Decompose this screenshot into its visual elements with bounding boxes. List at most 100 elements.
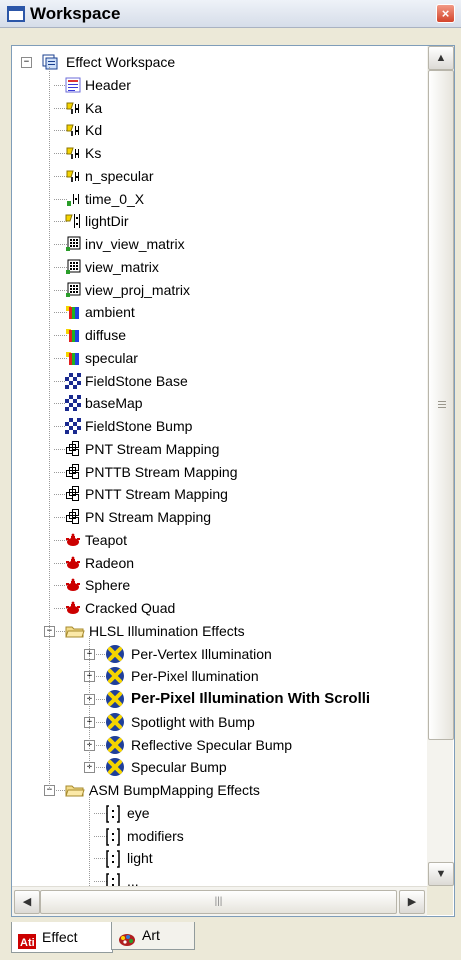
tree-item-label: PNTTB Stream Mapping <box>85 463 238 480</box>
scroll-right-button[interactable]: ▶ <box>399 890 425 914</box>
tree-item-label: FieldStone Bump <box>85 418 193 434</box>
tree-item[interactable]: PNTT Stream Mapping <box>12 483 427 505</box>
effect-icon <box>105 735 125 755</box>
tree-item[interactable]: Teapot <box>12 529 427 551</box>
tree-item-label: eye <box>127 804 150 821</box>
tree-item[interactable]: FieldStone Base <box>12 370 427 392</box>
tree-item-label: ambient <box>85 304 135 321</box>
tree-item[interactable]: PN Stream Mapping <box>12 506 427 528</box>
vector-param-icon <box>65 213 81 229</box>
tree-item[interactable]: + Specular Bump <box>12 756 427 778</box>
tree-item[interactable]: + Per-Pixel Illumination With Scrolli <box>12 688 427 710</box>
tree-item[interactable]: n_specular <box>12 165 427 187</box>
folder-icon <box>65 623 85 639</box>
tree-item[interactable]: light <box>12 847 427 869</box>
stream-mapping-icon <box>65 486 81 502</box>
horizontal-scroll-thumb[interactable]: ||| <box>40 890 397 914</box>
color-icon <box>65 327 81 343</box>
tree-item[interactable]: Cracked Quad <box>12 597 427 619</box>
model-icon <box>65 532 81 548</box>
tree-item-label: Header <box>85 76 131 93</box>
tree-item-label: Radeon <box>85 554 135 571</box>
vertical-scroll-thumb[interactable] <box>428 70 454 740</box>
tree-item[interactable]: Sphere <box>12 574 427 596</box>
bracket-var-icon <box>105 873 121 886</box>
tree-item[interactable]: baseMap <box>12 392 427 414</box>
scroll-left-button[interactable]: ◀ <box>14 890 40 914</box>
stream-mapping-icon <box>65 509 81 525</box>
color-icon <box>65 350 81 366</box>
tree-item[interactable]: Ks <box>12 142 427 164</box>
tree-item[interactable]: inv_view_matrix <box>12 233 427 255</box>
tree-item[interactable]: − ASM BumpMapping Effects <box>12 779 427 801</box>
tree-item-label: Sphere <box>85 577 131 594</box>
close-button[interactable]: × <box>436 4 455 23</box>
tree-item-label: PNT Stream Mapping <box>85 440 220 457</box>
tree-item[interactable]: eye <box>12 802 427 824</box>
tree-item-label: PN Stream Mapping <box>85 509 212 525</box>
tree-item[interactable]: PNT Stream Mapping <box>12 438 427 460</box>
tree-item[interactable]: modifiers <box>12 825 427 847</box>
horizontal-scrollbar[interactable]: ◀ ||| ▶ <box>12 886 427 916</box>
tree-item[interactable]: + Spotlight with Bump <box>12 711 427 733</box>
tree-item-label: Spotlight with Bump <box>131 713 255 730</box>
vertical-scrollbar[interactable]: ▲ ▼ <box>427 46 454 886</box>
tree-item-label: Cracked Quad <box>85 600 176 616</box>
tree-item-label: Reflective Specular Bump <box>131 736 293 753</box>
tree-item-label: FieldStone Base <box>85 372 188 389</box>
tree-item[interactable]: diffuse <box>12 324 427 346</box>
tree-item[interactable]: FieldStone Bump <box>12 415 427 437</box>
tree-item-label: inv_view_matrix <box>85 236 185 252</box>
tree-item[interactable]: Radeon <box>12 552 427 574</box>
tree-item[interactable]: ... <box>12 870 427 886</box>
tab-effect-label: Effect <box>42 929 78 945</box>
tree-item[interactable]: − Effect Workspace <box>12 51 427 73</box>
effect-icon <box>105 644 125 664</box>
tree-item[interactable]: ambient <box>12 301 427 323</box>
tree-item[interactable]: Kd <box>12 119 427 141</box>
tree-item-label: Per-Pixel llumination <box>131 668 259 685</box>
scroll-down-button[interactable]: ▼ <box>428 862 454 886</box>
matrix-icon <box>65 236 81 252</box>
tree-item[interactable]: specular <box>12 347 427 369</box>
tab-strip: Ati Effect Art <box>11 922 453 954</box>
color-icon <box>65 304 81 320</box>
scalar-param-icon <box>65 122 81 138</box>
scroll-up-button[interactable]: ▲ <box>428 46 454 70</box>
stream-mapping-icon <box>65 463 81 480</box>
tab-art-label: Art <box>142 927 160 943</box>
model-icon <box>65 600 81 616</box>
tree-guide-line <box>89 635 90 768</box>
effect-icon <box>105 666 125 686</box>
texture-icon <box>65 395 81 412</box>
tree-item-label: Ks <box>85 145 102 161</box>
tree-item[interactable]: Ka <box>12 97 427 119</box>
bracket-var-icon <box>105 850 121 868</box>
workspace-tree-frame: − Effect Workspace Header Ka Kd Ks n_speculart… <box>11 45 455 917</box>
time-param-icon <box>65 191 81 207</box>
tree-item[interactable]: view_proj_matrix <box>12 279 427 301</box>
effect-icon <box>105 689 125 709</box>
tab-art[interactable]: Art <box>111 922 195 950</box>
tree-item[interactable]: time_0_X <box>12 188 427 210</box>
tree-item-label: time_0_X <box>85 190 145 207</box>
tab-effect[interactable]: Ati Effect <box>11 922 113 953</box>
art-palette-icon <box>118 929 136 946</box>
tree-item[interactable]: lightDir <box>12 210 427 232</box>
tree-item[interactable]: − HLSL Illumination Effects <box>12 620 427 642</box>
bracket-var-icon <box>105 827 121 846</box>
collapse-icon[interactable]: − <box>21 57 32 68</box>
tree-item[interactable]: + Per-Vertex Illumination <box>12 643 427 665</box>
scrollbar-corner <box>427 886 453 915</box>
workspace-icon <box>42 54 58 70</box>
effect-icon <box>105 712 125 732</box>
svg-text:Ati: Ati <box>20 937 35 949</box>
tree-item[interactable]: + Per-Pixel llumination <box>12 665 427 687</box>
tree-item[interactable]: + Reflective Specular Bump <box>12 734 427 756</box>
tree-item[interactable]: PNTTB Stream Mapping <box>12 461 427 483</box>
tree-item[interactable]: Header <box>12 74 427 96</box>
tree-item[interactable]: view_matrix <box>12 256 427 278</box>
stream-mapping-icon <box>65 440 81 457</box>
title-bar[interactable]: Workspace × <box>0 0 461 28</box>
workspace-tree[interactable]: − Effect Workspace Header Ka Kd Ks n_speculart… <box>12 46 427 886</box>
